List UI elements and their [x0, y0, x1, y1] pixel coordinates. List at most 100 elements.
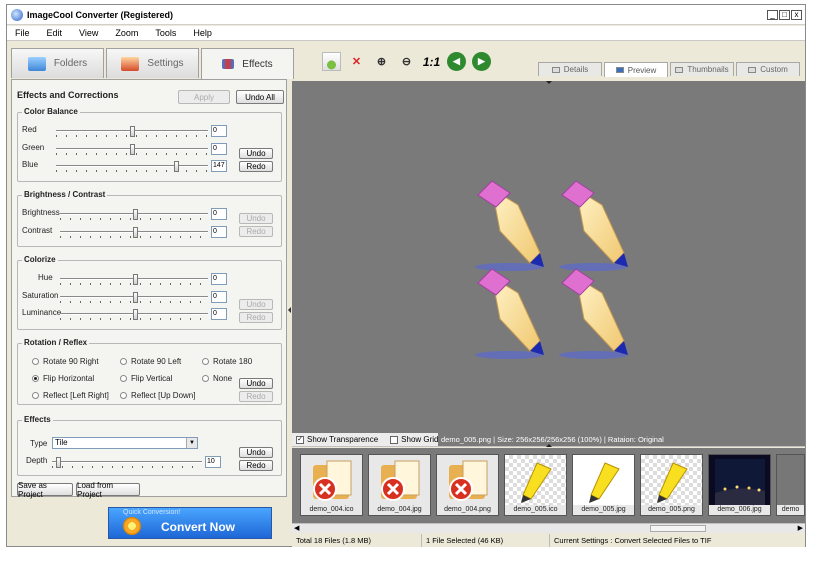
thumbnail-item[interactable]: demo_004.png [436, 454, 499, 516]
thumbnail-item[interactable]: demo [776, 454, 805, 516]
hue-slider[interactable] [133, 274, 138, 285]
delete-icon[interactable]: ✕ [347, 52, 366, 71]
dropdown-arrow-icon[interactable]: ▼ [186, 438, 197, 448]
tab-effects[interactable]: Effects [201, 48, 294, 79]
convert-now-button[interactable]: Quick Conversion! Convert Now [108, 507, 272, 539]
colorize-redo-button[interactable]: Redo [239, 312, 273, 323]
blue-label: Blue [22, 160, 39, 169]
effects-undo-button[interactable]: Undo [239, 447, 273, 458]
add-file-icon[interactable] [322, 52, 341, 71]
load-project-button[interactable]: Load from Project [76, 481, 140, 499]
rotation-undo-button[interactable]: Undo [239, 378, 273, 389]
tab-settings[interactable]: Settings [106, 48, 199, 78]
brightness-slider[interactable] [133, 209, 138, 220]
saturation-slider[interactable] [133, 292, 138, 303]
toolbar: ✕ ⊕ ⊖ 1:1 ◀ ▶ [322, 52, 491, 71]
scroll-right-icon[interactable]: ▶ [798, 524, 803, 532]
thumbnail-item[interactable]: demo_005.jpg [572, 454, 635, 516]
luminance-value[interactable]: 0 [211, 308, 227, 320]
depth-value[interactable]: 10 [205, 456, 221, 468]
effect-type-select[interactable]: Tile ▼ [52, 437, 198, 449]
color-redo-button[interactable]: Redo [239, 161, 273, 172]
tab-preview[interactable]: Preview [604, 62, 668, 77]
luminance-slider[interactable] [133, 309, 138, 320]
image-preview[interactable] [292, 81, 805, 433]
thumbnail-item[interactable]: demo_005.ico [504, 454, 567, 516]
rotate-180-radio[interactable]: Rotate 180 [202, 357, 252, 366]
menu-help[interactable]: Help [193, 26, 212, 40]
folder-icon [27, 56, 46, 71]
panel-title: Effects and Corrections [17, 90, 119, 100]
flip-vertical-radio[interactable]: Flip Vertical [120, 374, 172, 383]
rotate-90-right-radio[interactable]: Rotate 90 Right [32, 357, 99, 366]
thumbnail-scrollbar[interactable]: ◀ ▶ [292, 523, 805, 533]
depth-slider[interactable] [56, 457, 61, 468]
hue-value[interactable]: 0 [211, 273, 227, 285]
green-value[interactable]: 0 [211, 143, 227, 155]
saturation-value[interactable]: 0 [211, 291, 227, 303]
scroll-thumb[interactable] [650, 525, 706, 532]
tab-thumbnails[interactable]: Thumbnails [670, 62, 734, 76]
blue-value[interactable]: 147 [211, 160, 227, 172]
rotation-redo-button[interactable]: Redo [239, 391, 273, 402]
contrast-value[interactable]: 0 [211, 226, 227, 238]
menu-zoom[interactable]: Zoom [115, 26, 138, 40]
thumbnail-item[interactable]: demo_006.jpg [708, 454, 771, 516]
color-undo-button[interactable]: Undo [239, 148, 273, 159]
tab-custom[interactable]: Custom [736, 62, 800, 76]
green-slider[interactable] [130, 144, 135, 155]
none-radio[interactable]: None [202, 374, 232, 383]
maximize-button[interactable]: □ [779, 10, 790, 20]
zoom-out-icon[interactable]: ⊖ [397, 52, 416, 71]
undo-all-button[interactable]: Undo All [236, 90, 284, 104]
rotate-90-left-radio[interactable]: Rotate 90 Left [120, 357, 181, 366]
menu-edit[interactable]: Edit [47, 26, 63, 40]
brightness-undo-button[interactable]: Undo [239, 213, 273, 224]
thumbnail-strip: demo_004.ico demo_004.jpg demo_004.png d… [292, 448, 805, 523]
view-tabs: Details Preview Thumbnails Custom [538, 62, 800, 77]
brightness-redo-button[interactable]: Redo [239, 226, 273, 237]
tab-details[interactable]: Details [538, 62, 602, 76]
tab-folders[interactable]: Folders [11, 48, 104, 78]
pencil-icon [559, 268, 628, 359]
thumbnail-item[interactable]: demo_005.png [640, 454, 703, 516]
tab-effects-label: Effects [242, 58, 273, 70]
minimize-button[interactable]: _ [767, 10, 778, 20]
save-project-button[interactable]: Save as Project [17, 481, 73, 499]
zoom-1to1-button[interactable]: 1:1 [422, 52, 441, 71]
scroll-left-icon[interactable]: ◀ [294, 524, 299, 532]
colorize-undo-button[interactable]: Undo [239, 299, 273, 310]
reflect-left-right-radio[interactable]: Reflect [Left Right] [32, 391, 109, 400]
apply-button[interactable]: Apply [178, 90, 230, 104]
close-button[interactable]: x [791, 10, 802, 20]
thumbnail-item[interactable]: demo_004.ico [300, 454, 363, 516]
menu-tools[interactable]: Tools [155, 26, 176, 40]
thumbnail-name: demo_004.jpg [369, 505, 430, 515]
reflect-up-down-radio[interactable]: Reflect [Up Down] [120, 391, 195, 400]
status-settings: Current Settings : Convert Selected File… [554, 536, 712, 545]
effects-redo-button[interactable]: Redo [239, 460, 273, 471]
blue-slider[interactable] [174, 161, 179, 172]
rotation-reflex-group: Rotation / Reflex Rotate 90 Right Rotate… [17, 338, 282, 405]
red-value[interactable]: 0 [211, 125, 227, 137]
flip-horizontal-radio[interactable]: Flip Horizontal [32, 374, 94, 383]
previous-icon[interactable]: ◀ [447, 52, 466, 71]
status-total-files: Total 18 Files (1.8 MB) [292, 534, 422, 547]
splitter-arrow-icon[interactable] [288, 307, 291, 313]
show-transparence-checkbox[interactable]: ✓ Show Transparence [296, 435, 378, 444]
effect-type-label: Type [30, 439, 48, 448]
show-grid-checkbox[interactable]: Show Grid [390, 435, 439, 444]
rotation-reflex-label: Rotation / Reflex [22, 338, 90, 347]
next-icon[interactable]: ▶ [472, 52, 491, 71]
contrast-slider[interactable] [133, 227, 138, 238]
menu-file[interactable]: File [15, 26, 30, 40]
brightness-value[interactable]: 0 [211, 208, 227, 220]
preview-options-bar: ✓ Show Transparence Show Grid demo_005.pn… [292, 433, 805, 447]
brightness-contrast-group: Brightness / Contrast Brightness 0 Contra… [17, 190, 282, 247]
app-icon [11, 9, 23, 21]
thumbnail-item[interactable]: demo_004.jpg [368, 454, 431, 516]
red-slider[interactable] [130, 126, 135, 137]
menu-view[interactable]: View [79, 26, 98, 40]
collapse-bottom-icon[interactable] [546, 444, 552, 447]
zoom-in-icon[interactable]: ⊕ [372, 52, 391, 71]
